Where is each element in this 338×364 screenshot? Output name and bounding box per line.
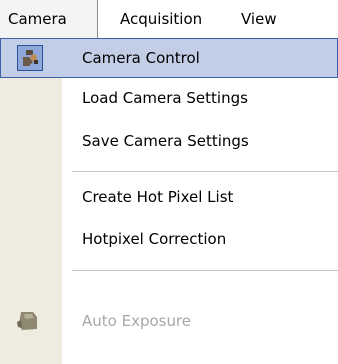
camera-control-icon: [17, 45, 43, 71]
menu-item-load-camera-settings[interactable]: Load Camera Settings: [0, 78, 338, 118]
menu-view[interactable]: View: [241, 0, 277, 38]
auto-exposure-icon: [15, 309, 41, 335]
menu-item-label: Save Camera Settings: [82, 132, 249, 150]
menu-item-create-hot-pixel-list[interactable]: Create Hot Pixel List: [0, 177, 338, 217]
menu-item-hotpixel-correction[interactable]: Hotpixel Correction: [0, 219, 338, 259]
menu-item-camera-control[interactable]: Camera Control: [0, 38, 338, 78]
menu-item-label: Hotpixel Correction: [82, 230, 227, 248]
menu-separator: [72, 270, 338, 271]
menu-item-label: Create Hot Pixel List: [82, 188, 234, 206]
menu-item-label: Load Camera Settings: [82, 89, 248, 107]
menu-acquisition[interactable]: Acquisition: [120, 0, 202, 38]
menu-camera[interactable]: Camera: [0, 0, 98, 38]
menu-item-save-camera-settings[interactable]: Save Camera Settings: [0, 121, 338, 161]
camera-dropdown-menu: Camera Control Load Camera Settings Save…: [0, 38, 338, 364]
menu-item-label: Auto Exposure: [82, 312, 192, 330]
menu-bar: Camera Acquisition View: [0, 0, 338, 38]
menu-item-auto-exposure: Auto Exposure: [0, 301, 338, 341]
menu-item-label: Camera Control: [82, 49, 200, 67]
menu-separator: [72, 171, 338, 172]
